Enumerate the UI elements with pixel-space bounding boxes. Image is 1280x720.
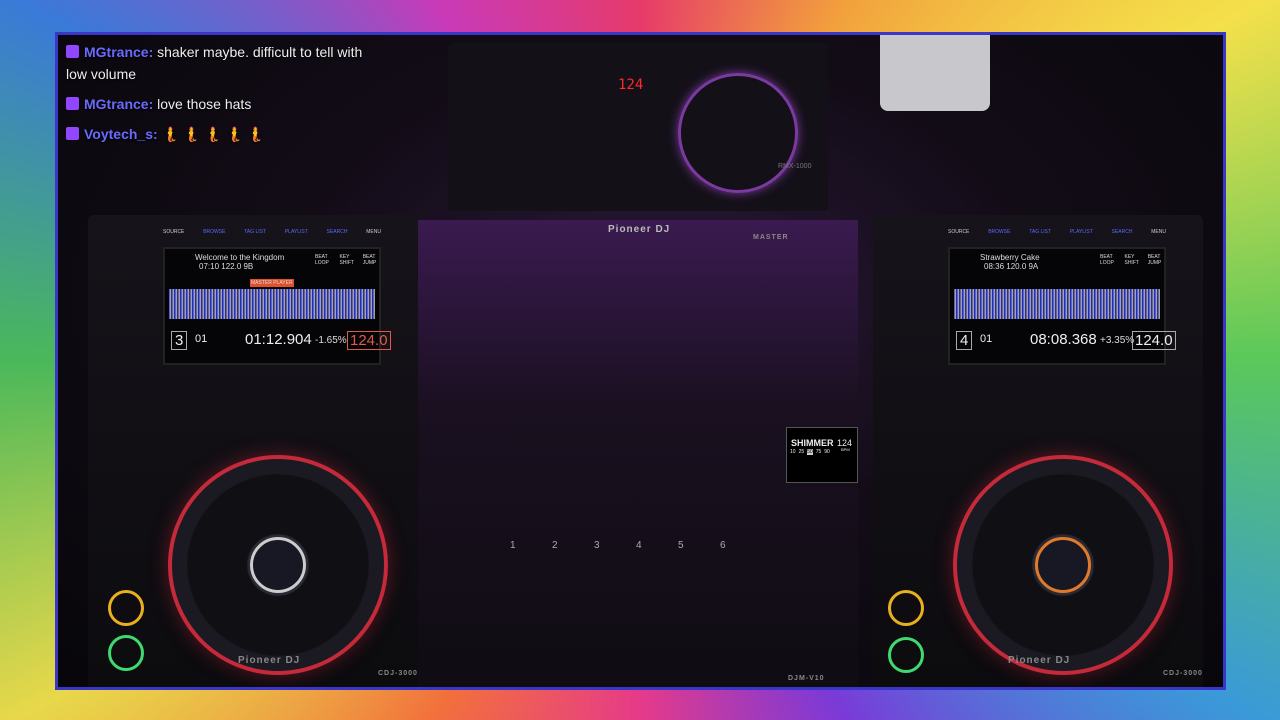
track-info: 07:10 122.0 9B [199,262,254,271]
channel-1-label: 1 [510,540,516,551]
rmx-model: RMX-1000 [778,163,812,170]
player-number: 4 [956,331,973,350]
fx-value: 90 [824,449,830,455]
track-info: 08:36 120.0 9A [984,262,1039,271]
beat-jump-button[interactable]: BEAT JUMP [1148,254,1164,266]
play-button[interactable] [888,637,924,673]
channel-5-label: 5 [678,540,684,551]
beat-jump-button[interactable]: BEAT JUMP [363,254,379,266]
cue-button[interactable] [888,590,924,626]
deck-screen: Strawberry Cake 08:36 120.0 9A BEAT LOOP… [948,247,1176,365]
chat-user: MGtrance [84,96,149,112]
deck-right: SOURCE BROWSE TAG LIST PLAYLIST SEARCH MENU S… [873,215,1203,687]
channel-4-label: 4 [636,540,642,551]
mixer-brand: Pioneer DJ [608,224,671,235]
rmx-jog[interactable] [678,73,798,193]
key-shift-button[interactable]: KEY SHIFT [339,254,354,266]
rmx-1000-unit: 124 RMX-1000 [448,43,828,211]
jog-wheel[interactable] [168,455,388,675]
twitch-icon [66,97,79,110]
tab-source[interactable]: SOURCE [948,229,969,235]
play-button[interactable] [108,635,144,671]
chat-overlay: MGtrance: shaker maybe. difficult to tel… [66,41,386,153]
twitch-icon [66,45,79,58]
stream-frame: MGtrance: shaker maybe. difficult to tel… [55,32,1226,690]
screen-tabs: SOURCE BROWSE TAG LIST PLAYLIST SEARCH MENU [948,229,1166,235]
bpm-display: 124.0 [347,331,391,350]
chat-message: MGtrance: shaker maybe. difficult to tel… [66,44,363,82]
fx-value: 25 [798,449,805,455]
tab-tag-list[interactable]: TAG LIST [244,229,266,235]
tab-source[interactable]: SOURCE [163,229,184,235]
chat-user: MGtrance [84,44,149,60]
tempo-display: -1.65% [315,335,347,346]
track-number: 01 [195,333,208,345]
tab-playlist[interactable]: PLAYLIST [1070,229,1093,235]
key-shift-button[interactable]: KEY SHIFT [1124,254,1139,266]
mixer-model: DJM-V10 [788,675,825,682]
master-label: MASTER [753,234,789,241]
tab-browse[interactable]: BROWSE [988,229,1010,235]
chat-text: 🧜 🧜 🧜 🧜 🧜 [161,126,265,142]
chat-message: MGtrance: love those hats [66,93,386,115]
brand-logo: Pioneer DJ [238,655,301,666]
time-display: 08:08.368 [1030,331,1097,348]
tab-tag-list[interactable]: TAG LIST [1029,229,1051,235]
rmx-bpm-display: 124 [618,77,644,93]
tab-search[interactable]: SEARCH [1112,229,1133,235]
track-number: 01 [980,333,993,345]
player-number: 3 [171,331,188,350]
tab-search[interactable]: SEARCH [327,229,348,235]
waveform [954,289,1160,319]
channel-6-label: 6 [720,540,726,551]
tab-menu[interactable]: MENU [1151,229,1166,235]
brand-logo: Pioneer DJ [1008,655,1071,666]
jog-center [250,537,306,593]
chat-text: love those hats [157,96,252,112]
beat-fx-display: SHIMMER 124 BPM 10 25 50 75 90 [786,427,858,483]
fx-value: 10 [790,449,796,455]
jog-wheel[interactable] [953,455,1173,675]
time-display: 01:12.904 [245,331,312,348]
channel-2-label: 2 [552,540,558,551]
deck-screen: Welcome to the Kingdom 07:10 122.0 9B BE… [163,247,391,365]
chat-user: Voytech_s [84,126,153,142]
fx-value: 50 [807,449,813,455]
fx-value: 75 [815,449,822,455]
fx-name: SHIMMER [791,438,834,448]
channel-3-label: 3 [594,540,600,551]
waveform [169,289,375,319]
track-title: Welcome to the Kingdom [195,253,285,262]
mac-mini [880,35,990,111]
beat-loop-button[interactable]: BEAT LOOP [1100,254,1116,266]
model-label: CDJ-3000 [1163,670,1203,677]
beat-loop-button[interactable]: BEAT LOOP [315,254,331,266]
fx-bpm-unit: BPM [841,447,850,452]
bpm-display: 124.0 [1132,331,1176,350]
tempo-display: +3.35% [1100,335,1135,346]
twitch-icon [66,127,79,140]
deck-left: SOURCE BROWSE TAG LIST PLAYLIST SEARCH MENU W… [88,215,418,687]
tab-playlist[interactable]: PLAYLIST [285,229,308,235]
jog-center [1035,537,1091,593]
tab-browse[interactable]: BROWSE [203,229,225,235]
chat-message: Voytech_s: 🧜 🧜 🧜 🧜 🧜 [66,123,386,145]
screen-tabs: SOURCE BROWSE TAG LIST PLAYLIST SEARCH MENU [163,229,381,235]
model-label: CDJ-3000 [378,670,418,677]
cue-button[interactable] [108,590,144,626]
tab-menu[interactable]: MENU [366,229,381,235]
master-player-badge: MASTER PLAYER [250,279,294,287]
track-title: Strawberry Cake [980,253,1040,262]
